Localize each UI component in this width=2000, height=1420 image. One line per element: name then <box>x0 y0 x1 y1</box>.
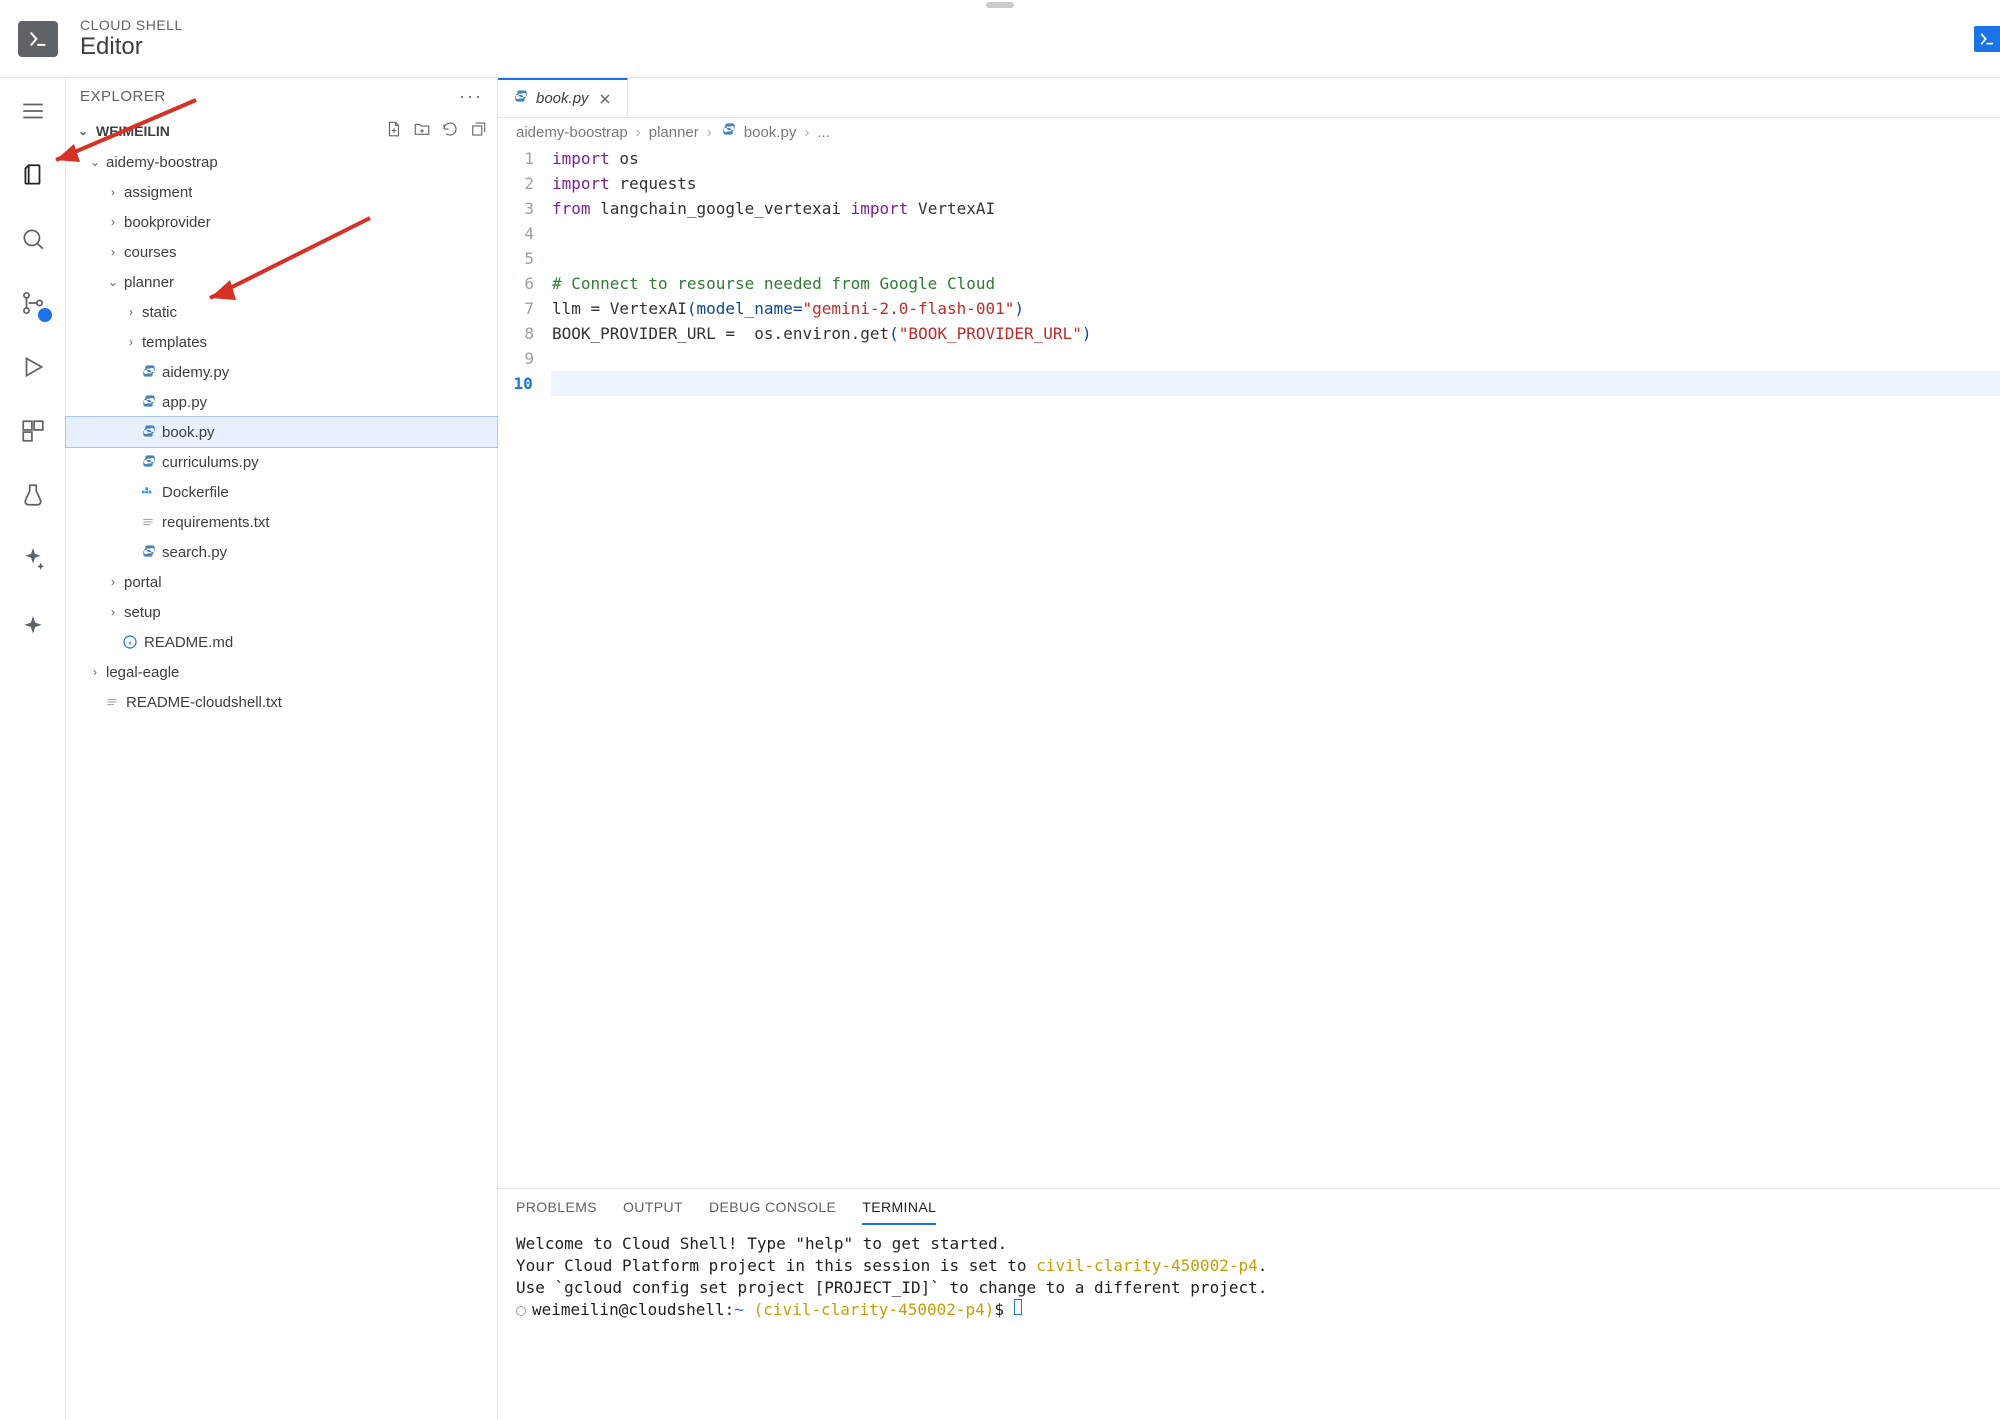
folder-courses[interactable]: ›courses <box>66 237 497 267</box>
bottom-panel: PROBLEMS OUTPUT DEBUG CONSOLE TERMINAL W… <box>498 1188 2000 1420</box>
code-editor[interactable]: 1import os 2import requests 3from langch… <box>498 146 2000 1188</box>
folder-assigment[interactable]: ›assigment <box>66 177 497 207</box>
tab-output[interactable]: OUTPUT <box>623 1199 683 1225</box>
terminal-cursor-icon <box>1014 1299 1022 1315</box>
chevron-down-icon: ⌄ <box>106 275 120 289</box>
explorer-panel: EXPLORER ··· ⌄ WEIMEILIN ⌄ aidemy-boostr… <box>66 78 498 1420</box>
folder-legal-eagle[interactable]: ›legal-eagle <box>66 657 497 687</box>
header-title-block: CLOUD SHELL Editor <box>80 17 183 61</box>
chevron-right-icon: › <box>106 605 120 619</box>
file-readme-md[interactable]: README.md <box>66 627 497 657</box>
crumb-folder[interactable]: planner <box>649 124 699 141</box>
file-aidemy-py[interactable]: aidemy.py <box>66 357 497 387</box>
folder-static[interactable]: ›static <box>66 297 497 327</box>
explorer-title: EXPLORER <box>80 88 166 105</box>
cloud-shell-logo <box>18 21 58 57</box>
header-subtitle: CLOUD SHELL <box>80 17 183 33</box>
folder-bookprovider[interactable]: ›bookprovider <box>66 207 497 237</box>
file-search-py[interactable]: search.py <box>66 537 497 567</box>
tab-terminal[interactable]: TERMINAL <box>862 1199 936 1225</box>
file-curriculums-py[interactable]: curriculums.py <box>66 447 497 477</box>
file-requirements-txt[interactable]: requirements.txt <box>66 507 497 537</box>
terminal[interactable]: Welcome to Cloud Shell! Type "help" to g… <box>498 1225 2000 1420</box>
new-folder-button[interactable] <box>413 120 431 141</box>
file-dockerfile[interactable]: Dockerfile <box>66 477 497 507</box>
crumb-root[interactable]: aidemy-boostrap <box>516 124 628 141</box>
terminal-prompt: weimeilin@cloudshell:~ (civil-clarity-45… <box>516 1299 1982 1321</box>
chevron-right-icon: › <box>124 335 138 349</box>
explorer-more-button[interactable]: ··· <box>459 86 483 107</box>
chevron-down-icon: ⌄ <box>76 124 90 138</box>
activity-bar <box>0 78 66 1420</box>
panel-tabs: PROBLEMS OUTPUT DEBUG CONSOLE TERMINAL <box>498 1189 2000 1225</box>
crumb-file[interactable]: book.py <box>744 124 797 141</box>
tab-debug-console[interactable]: DEBUG CONSOLE <box>709 1199 836 1225</box>
python-icon <box>138 364 158 380</box>
folder-aidemy-boostrap[interactable]: ⌄ aidemy-boostrap <box>66 147 497 177</box>
gemini-button[interactable] <box>16 542 50 576</box>
cloud-shell-header: CLOUD SHELL Editor <box>0 0 2000 78</box>
tab-problems[interactable]: PROBLEMS <box>516 1199 597 1225</box>
folder-templates[interactable]: ›templates <box>66 327 497 357</box>
collapse-all-button[interactable] <box>469 120 487 141</box>
explorer-section-header[interactable]: ⌄ WEIMEILIN <box>66 114 497 147</box>
open-terminal-button[interactable] <box>1974 26 2000 52</box>
terminal-line: Your Cloud Platform project in this sess… <box>516 1255 1982 1277</box>
python-icon <box>512 89 528 109</box>
chevron-right-icon: › <box>124 305 138 319</box>
drag-handle-icon[interactable] <box>986 2 1014 8</box>
editor-area: book.py aidemy-boostrap› planner› book.p… <box>498 78 2000 1420</box>
scm-badge-icon <box>38 308 52 322</box>
terminal-line: Welcome to Cloud Shell! Type "help" to g… <box>516 1233 1982 1255</box>
file-tree: ⌄ aidemy-boostrap ›assigment ›bookprovid… <box>66 147 497 717</box>
text-file-icon <box>138 514 158 530</box>
status-circle-icon <box>516 1306 526 1316</box>
python-icon <box>138 394 158 410</box>
testing-button[interactable] <box>16 478 50 512</box>
folder-planner[interactable]: ⌄planner <box>66 267 497 297</box>
explorer-button[interactable] <box>16 158 50 192</box>
python-icon <box>720 122 736 142</box>
folder-portal[interactable]: ›portal <box>66 567 497 597</box>
search-button[interactable] <box>16 222 50 256</box>
ai-assist-button[interactable] <box>16 610 50 644</box>
workspace-name: WEIMEILIN <box>96 123 170 139</box>
file-app-py[interactable]: app.py <box>66 387 497 417</box>
header-title: Editor <box>80 33 183 61</box>
tab-book-py[interactable]: book.py <box>498 78 628 117</box>
python-icon <box>138 454 158 470</box>
terminal-line: Use `gcloud config set project [PROJECT_… <box>516 1277 1982 1299</box>
menu-button[interactable] <box>16 94 50 128</box>
extensions-button[interactable] <box>16 414 50 448</box>
chevron-right-icon: › <box>106 575 120 589</box>
editor-tabs: book.py <box>498 78 2000 118</box>
chevron-right-icon: › <box>106 215 120 229</box>
folder-setup[interactable]: ›setup <box>66 597 497 627</box>
refresh-button[interactable] <box>441 120 459 141</box>
docker-icon <box>138 484 158 500</box>
chevron-down-icon: ⌄ <box>88 155 102 169</box>
tab-close-button[interactable] <box>597 91 613 107</box>
run-debug-button[interactable] <box>16 350 50 384</box>
info-icon <box>120 634 140 650</box>
python-icon <box>138 544 158 560</box>
chevron-right-icon: › <box>106 245 120 259</box>
file-readme-cloudshell[interactable]: README-cloudshell.txt <box>66 687 497 717</box>
text-file-icon <box>102 694 122 710</box>
source-control-button[interactable] <box>16 286 50 320</box>
breadcrumbs[interactable]: aidemy-boostrap› planner› book.py› ... <box>498 118 2000 146</box>
file-book-py[interactable]: book.py <box>66 417 497 447</box>
chevron-right-icon: › <box>88 665 102 679</box>
new-file-button[interactable] <box>385 120 403 141</box>
chevron-right-icon: › <box>106 185 120 199</box>
python-icon <box>138 424 158 440</box>
crumb-more[interactable]: ... <box>817 124 830 141</box>
tab-label: book.py <box>536 90 589 107</box>
